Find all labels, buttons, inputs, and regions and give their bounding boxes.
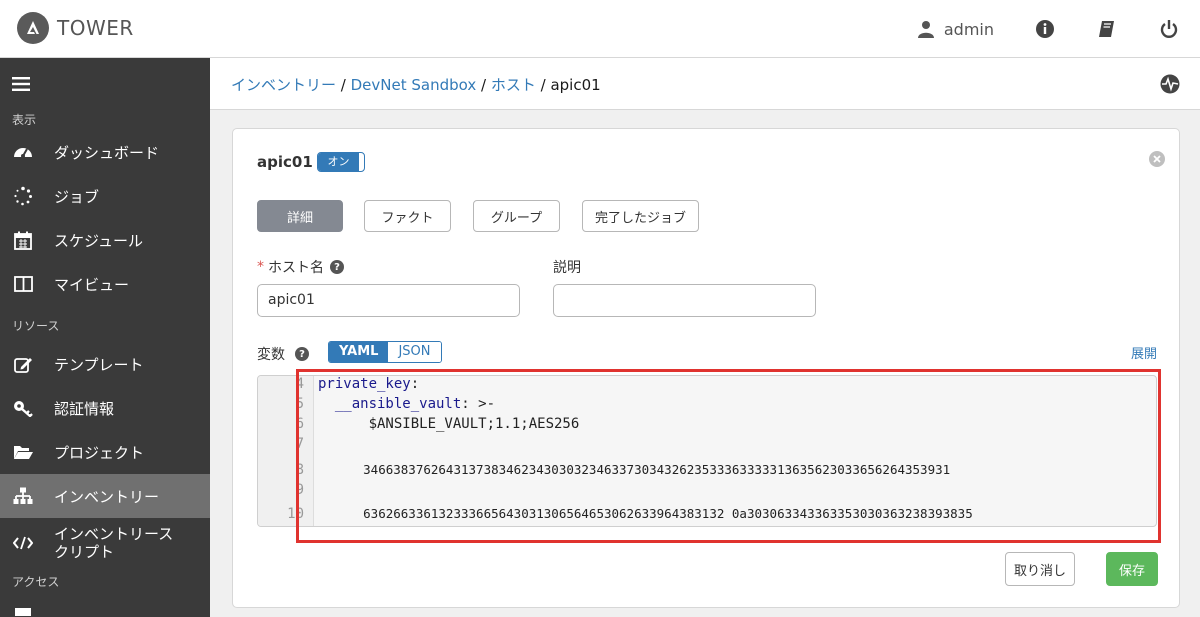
help-icon[interactable]: ?: [330, 260, 344, 274]
sidebar-item-dashboard[interactable]: ダッシュボード: [0, 130, 210, 174]
sidebar-item-credentials[interactable]: 認証情報: [0, 386, 210, 430]
brand-name: TOWER: [57, 16, 134, 40]
sidebar-item-projects[interactable]: プロジェクト: [0, 430, 210, 474]
save-button[interactable]: 保存: [1106, 552, 1158, 586]
sidebar-item-label: 認証情報: [54, 399, 115, 418]
close-icon[interactable]: [1149, 151, 1165, 167]
host-title: apic01: [257, 153, 313, 171]
jobs-spinner-icon: [12, 186, 34, 206]
help-icon[interactable]: ?: [295, 347, 309, 361]
breadcrumb-hosts[interactable]: ホスト: [491, 76, 536, 94]
my-view-icon: [12, 276, 34, 292]
cancel-button[interactable]: 取り消し: [1005, 552, 1075, 586]
top-right-controls: admin: [917, 0, 1200, 58]
sidebar-item-label: ダッシュボード: [54, 143, 160, 162]
host-enabled-toggle[interactable]: オン: [317, 152, 365, 172]
breadcrumb: インベントリー / DevNet Sandbox / ホスト / apic01: [231, 74, 601, 95]
sidebar-item-label: インベントリースクリプト: [54, 525, 174, 561]
host-name-label-text: ホスト名: [268, 260, 324, 276]
breadcrumb-bar: インベントリー / DevNet Sandbox / ホスト / apic01: [210, 58, 1200, 110]
brand[interactable]: TOWER: [17, 12, 134, 44]
tab-groups[interactable]: グループ: [473, 200, 560, 232]
sidebar-item-label: プロジェクト: [54, 443, 145, 462]
sidebar-item-inventories[interactable]: インベントリー: [0, 474, 210, 518]
description-input[interactable]: [553, 284, 816, 317]
key-icon: [12, 399, 34, 417]
sidebar-item-label: テンプレート: [54, 355, 144, 374]
code-icon: [12, 536, 34, 550]
top-bar: TOWER admin: [0, 0, 1200, 58]
section-label-view: 表示: [12, 113, 37, 127]
sidebar-item-label: ジョブ: [54, 187, 100, 206]
user-menu[interactable]: admin: [917, 19, 994, 39]
sidebar-item-label: スケジュール: [54, 231, 143, 250]
breadcrumb-inventory-name[interactable]: DevNet Sandbox: [351, 76, 477, 94]
toggle-on-label: オン: [318, 153, 359, 171]
sidebar-item-inventory-scripts[interactable]: インベントリースクリプト: [0, 518, 210, 568]
section-label-access: アクセス: [12, 575, 60, 589]
required-asterisk: *: [257, 259, 264, 275]
highlight-annotation-box: [296, 369, 1161, 543]
sidebar-item-label: インベントリー: [54, 487, 160, 506]
tower-logo-icon: [17, 12, 49, 44]
sidebar-item-schedules[interactable]: スケジュール: [0, 218, 210, 262]
sidebar-item-templates[interactable]: テンプレート: [0, 342, 210, 386]
format-json-button[interactable]: JSON: [388, 342, 441, 362]
breadcrumb-inventories[interactable]: インベントリー: [231, 76, 336, 94]
docs-book-icon[interactable]: [1096, 18, 1118, 40]
breadcrumb-current: apic01: [550, 76, 601, 94]
dashboard-icon: [12, 143, 34, 161]
tab-details[interactable]: 詳細: [257, 200, 343, 232]
section-label-resources: リソース: [12, 319, 60, 333]
username: admin: [943, 19, 994, 39]
info-icon[interactable]: [1034, 18, 1056, 40]
sidebar-item-my-view[interactable]: マイビュー: [0, 262, 210, 306]
breadcrumb-separator: /: [336, 76, 351, 94]
user-icon: [917, 21, 934, 38]
format-toggle: YAML JSON: [328, 341, 442, 363]
sidebar-item-jobs[interactable]: ジョブ: [0, 174, 210, 218]
description-label: 説明: [553, 260, 581, 276]
tab-facts[interactable]: ファクト: [364, 200, 451, 232]
activity-stream-icon[interactable]: [1160, 74, 1180, 98]
breadcrumb-separator: /: [476, 76, 491, 94]
calendar-icon: [12, 231, 34, 250]
logout-power-icon[interactable]: [1158, 18, 1180, 40]
folder-open-icon: [12, 444, 34, 460]
hamburger-menu-icon[interactable]: [12, 76, 30, 95]
sidebar-item-label: マイビュー: [54, 275, 130, 294]
host-name-label: * ホスト名 ?: [257, 257, 344, 277]
sidebar-item-organizations[interactable]: [0, 598, 210, 617]
format-yaml-button[interactable]: YAML: [329, 342, 389, 362]
edit-template-icon: [12, 355, 34, 374]
sidebar: 表示 ダッシュボード ジョブ スケジュール マイビュー リソース テンプレート …: [0, 58, 210, 617]
sitemap-icon: [12, 487, 34, 505]
variables-label-text: 変数: [257, 347, 285, 363]
tab-completed-jobs[interactable]: 完了したジョブ: [582, 200, 699, 232]
breadcrumb-separator: /: [535, 76, 551, 94]
organization-icon: [12, 598, 34, 616]
host-name-input[interactable]: apic01: [257, 284, 520, 317]
expand-link[interactable]: 展開: [1131, 343, 1157, 362]
variables-label: 変数 ?: [257, 344, 309, 364]
